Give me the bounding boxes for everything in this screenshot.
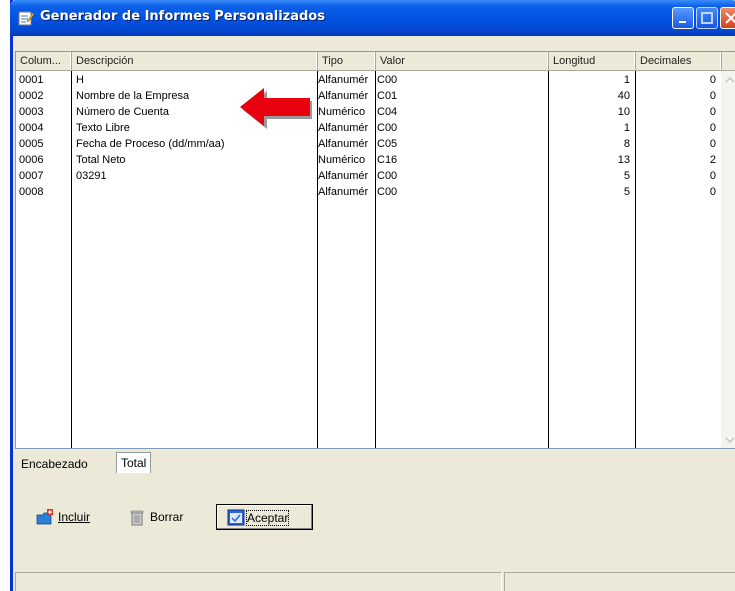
aceptar-button[interactable]: Aceptar	[216, 504, 313, 530]
trash-icon	[130, 510, 144, 526]
report-editor-icon	[18, 11, 34, 26]
table-row[interactable]: 0008 Alfanumér C00 5 0	[16, 184, 721, 200]
aceptar-label: Aceptar	[245, 510, 290, 526]
minimize-icon	[679, 21, 686, 23]
incluir-button[interactable]: Incluir	[36, 504, 106, 530]
cell-value: C00	[377, 74, 398, 86]
cell-type: Numérico	[318, 106, 366, 118]
tab-strip: Encabezado Total	[15, 452, 315, 476]
tab-total[interactable]: Total	[116, 452, 152, 473]
table-row[interactable]: 0001 H Alfanumér C00 1 0	[16, 72, 721, 88]
cell-value: C16	[377, 154, 398, 166]
status-panel	[15, 572, 502, 591]
scroll-down-icon[interactable]	[723, 433, 735, 447]
table-row[interactable]: 0002 Nombre de la Empresa Alfanumér C01 …	[16, 88, 721, 104]
table-row[interactable]: 0005 Fecha de Proceso (dd/mm/aa) Alfanum…	[16, 136, 721, 152]
cell-decimals: 0	[709, 170, 716, 182]
cell-length: 5	[623, 186, 630, 198]
table-row[interactable]: 0004 Texto Libre Alfanumér C00 1 0	[16, 120, 721, 136]
cell-value: C04	[377, 106, 398, 118]
cell-length: 10	[617, 106, 630, 118]
cell-column: 0008	[19, 186, 44, 198]
cell-value: C00	[377, 122, 398, 134]
maximize-icon	[701, 12, 713, 24]
tab-encabezado[interactable]: Encabezado	[17, 454, 92, 475]
header-description[interactable]: Descripción	[72, 52, 318, 71]
cell-length: 5	[623, 170, 630, 182]
table-row[interactable]: 0006 Total Neto Numérico C16 13 2	[16, 152, 721, 168]
cell-decimals: 0	[709, 138, 716, 150]
cell-column: 0006	[19, 154, 44, 166]
header-type[interactable]: Tipo	[318, 52, 376, 71]
accept-window-icon	[227, 509, 245, 526]
cell-type: Alfanumér	[318, 186, 369, 198]
add-folder-icon	[36, 509, 53, 525]
maximize-button[interactable]	[696, 7, 718, 29]
cell-column: 0007	[19, 170, 44, 182]
cell-length: 13	[617, 154, 630, 166]
cell-description	[76, 184, 316, 200]
cell-decimals: 0	[709, 106, 716, 118]
status-bar	[13, 570, 735, 591]
cell-column: 0001	[19, 74, 44, 86]
minimize-button[interactable]	[672, 7, 694, 29]
incluir-label: Incluir	[58, 510, 91, 524]
cell-decimals: 0	[709, 90, 716, 102]
cell-decimals: 2	[709, 154, 716, 166]
cell-value: C05	[377, 138, 398, 150]
header-length[interactable]: Longitud	[549, 52, 636, 71]
cell-description: Total Neto	[76, 154, 126, 166]
header-decimals[interactable]: Decimales	[636, 52, 722, 71]
cell-decimals: 0	[709, 74, 716, 86]
cell-value: C01	[377, 90, 398, 102]
cell-type: Numérico	[318, 154, 366, 166]
cell-column: 0005	[19, 138, 44, 150]
cell-column: 0002	[19, 90, 44, 102]
cell-length: 40	[617, 90, 630, 102]
cell-description: 03291	[76, 170, 107, 182]
header-column[interactable]: Colum...	[16, 52, 72, 71]
cell-type: Alfanumér	[318, 74, 369, 86]
cell-decimals: 0	[709, 186, 716, 198]
red-arrow-pointer	[240, 88, 312, 129]
title-bar[interactable]: Generador de Informes Personalizados	[10, 0, 735, 36]
header-value[interactable]: Valor	[376, 52, 549, 71]
borrar-button[interactable]: Borrar	[128, 504, 198, 530]
cell-column: 0003	[19, 106, 44, 118]
cell-length: 8	[623, 138, 630, 150]
cell-length: 1	[623, 74, 630, 86]
cell-value: C00	[377, 186, 398, 198]
fields-grid[interactable]: Colum... Descripción Tipo Valor Longitud…	[15, 51, 735, 449]
table-row[interactable]: 0007 03291 Alfanumér C00 5 0	[16, 168, 721, 184]
close-icon	[725, 12, 735, 24]
cell-type: Alfanumér	[318, 90, 369, 102]
status-panel	[504, 572, 735, 591]
cell-type: Alfanumér	[318, 138, 369, 150]
scroll-up-icon[interactable]	[723, 73, 735, 87]
borrar-label: Borrar	[150, 510, 184, 524]
cell-length: 1	[623, 122, 630, 134]
header-filler	[722, 52, 735, 71]
cell-column: 0004	[19, 122, 44, 134]
vertical-scrollbar[interactable]	[721, 71, 735, 448]
table-row[interactable]: 0003 Número de Cuenta Numérico C04 10 0	[16, 104, 721, 120]
window-title: Generador de Informes Personalizados	[40, 9, 325, 24]
cell-description: Fecha de Proceso (dd/mm/aa)	[76, 138, 225, 150]
cell-type: Alfanumér	[318, 122, 369, 134]
cell-decimals: 0	[709, 122, 716, 134]
app-window: Generador de Informes Personalizados Col…	[10, 0, 735, 591]
cell-type: Alfanumér	[318, 170, 369, 182]
cell-value: C00	[377, 170, 398, 182]
close-button[interactable]	[720, 7, 735, 29]
